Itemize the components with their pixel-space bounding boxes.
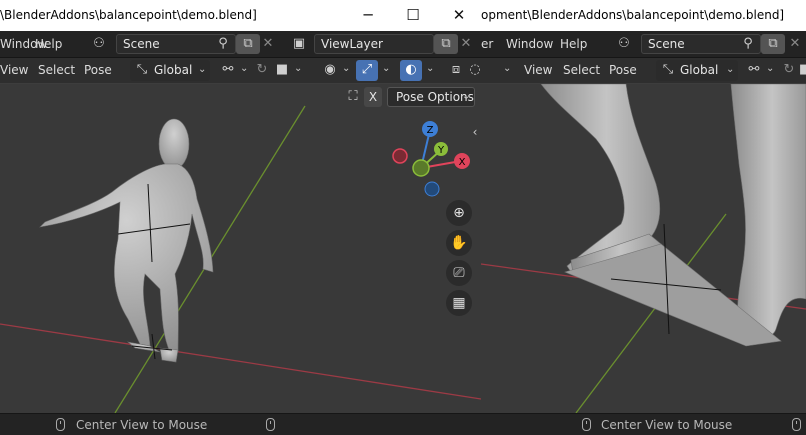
- orientation-label: Global: [680, 63, 719, 77]
- orientation-dropdown[interactable]: ⤡ Global ⌄: [130, 60, 210, 81]
- gizmo-x-label: X: [459, 157, 466, 168]
- chevron-down-icon[interactable]: ⌄: [294, 63, 302, 74]
- viewlayer-field[interactable]: ViewLayer: [314, 34, 434, 54]
- viewport-header: View Select Pose ⤡ Global ⌄ ⚯ ⌄ ↻ ■ ⌄ ◉ …: [0, 58, 481, 83]
- transform-pivot-icon[interactable]: ⛶: [344, 87, 362, 107]
- chevron-down-icon: ⌄: [462, 91, 471, 102]
- proportional-icon[interactable]: ↻: [252, 60, 272, 80]
- chevron-down-icon[interactable]: ⌄: [503, 63, 511, 74]
- top-bar: Window Help ⚇ Scene ⚲ ⧉ ✕ ▣ ViewLayer ⧉ …: [0, 31, 481, 58]
- status-text: Center View to Mouse: [601, 418, 733, 432]
- close-window-button[interactable]: ✕: [444, 5, 474, 25]
- menu-pose[interactable]: Pose: [84, 63, 112, 77]
- chevron-down-icon[interactable]: ⌄: [382, 63, 390, 74]
- mouse-icon: [582, 418, 591, 431]
- title-bar: \BlenderAddons\balancepoint\demo.blend] …: [0, 0, 481, 31]
- pin-icon[interactable]: ⚲: [740, 34, 756, 54]
- color-swatch[interactable]: ■: [274, 60, 290, 80]
- title-bar: opment\BlenderAddons\balancepoint\demo.b…: [481, 0, 806, 31]
- mannequin-figure: [39, 118, 214, 363]
- 3d-viewport[interactable]: Z Y X ‹ ⊕ ✋ ⎚ ▦: [0, 84, 481, 413]
- status-text: Center View to Mouse: [76, 418, 208, 432]
- mouse-icon: [792, 418, 801, 431]
- menu-window[interactable]: Window: [506, 37, 553, 51]
- copy-icon[interactable]: ⧉: [236, 34, 260, 54]
- pivot-icon[interactable]: ⚯: [744, 60, 764, 80]
- window-title: opment\BlenderAddons\balancepoint\demo.b…: [481, 8, 785, 22]
- status-bar: Center View to Mouse: [0, 413, 481, 435]
- menu-window-partial[interactable]: er: [481, 37, 493, 51]
- orientation-icon: ⤡: [136, 62, 148, 77]
- overlay-toggle-button[interactable]: ◐: [400, 60, 422, 81]
- menu-view[interactable]: View: [524, 63, 552, 77]
- chevron-down-icon[interactable]: ⌄: [766, 63, 774, 74]
- chevron-down-icon: ⌄: [726, 64, 735, 75]
- pan-icon[interactable]: ✋: [446, 230, 472, 256]
- pivot-icon[interactable]: ⚯: [218, 60, 238, 80]
- maximize-button[interactable]: ☐: [398, 5, 428, 25]
- menu-pose[interactable]: Pose: [609, 63, 637, 77]
- close-icon[interactable]: ✕: [458, 34, 474, 54]
- grid-icon[interactable]: ▦: [446, 290, 472, 316]
- viewlayer-label: ViewLayer: [321, 37, 383, 51]
- orientation-dropdown[interactable]: ⤡ Global ⌄: [656, 60, 738, 81]
- viewport-header: ⌄ View Select Pose ⤡ Global ⌄ ⚯ ⌄ ↻ ■: [481, 58, 806, 83]
- gizmo-y-label: Y: [437, 145, 445, 156]
- minimize-button[interactable]: ─: [353, 5, 383, 25]
- close-icon[interactable]: ✕: [260, 34, 276, 54]
- status-bar: Center View to Mouse: [481, 413, 806, 435]
- menu-select[interactable]: Select: [563, 63, 600, 77]
- orientation-icon: ⤡: [662, 62, 674, 77]
- top-bar: er Window Help ⚇ Scene ⚲ ⧉ ✕: [481, 31, 806, 58]
- orientation-label: Global: [154, 63, 193, 77]
- x-axis-line: [0, 323, 481, 400]
- close-icon[interactable]: ✕: [787, 34, 803, 54]
- scene-icon[interactable]: ⚇: [86, 34, 112, 54]
- 3d-viewport[interactable]: [481, 84, 806, 413]
- window-title: \BlenderAddons\balancepoint\demo.blend]: [0, 8, 257, 22]
- collapse-icon[interactable]: ‹: [470, 122, 480, 142]
- menu-view[interactable]: View: [0, 63, 28, 77]
- color-swatch[interactable]: ■: [799, 60, 806, 80]
- gizmo-toggle-button[interactable]: ⤢: [356, 60, 378, 81]
- menu-select[interactable]: Select: [38, 63, 75, 77]
- scene-field[interactable]: Scene ⚲: [641, 34, 761, 54]
- viewlayer-icon[interactable]: ▣: [286, 34, 312, 54]
- navigation-gizmo[interactable]: Z Y X: [392, 121, 470, 197]
- copy-icon[interactable]: ⧉: [761, 34, 785, 54]
- overlay-icon: ◐: [405, 62, 417, 77]
- gizmo-icon: ⤢: [361, 62, 373, 77]
- zoom-icon[interactable]: ⊕: [446, 200, 472, 226]
- scene-icon[interactable]: ⚇: [611, 34, 637, 54]
- mouse-icon: [266, 418, 275, 431]
- left-window: \BlenderAddons\balancepoint\demo.blend] …: [0, 0, 481, 435]
- scene-label: Scene: [648, 37, 685, 51]
- gizmo-z-label: Z: [427, 125, 434, 136]
- right-window: opment\BlenderAddons\balancepoint\demo.b…: [481, 0, 806, 435]
- pin-icon[interactable]: ⚲: [215, 34, 231, 54]
- camera-icon[interactable]: ⎚: [446, 260, 472, 286]
- pose-close-button[interactable]: X: [364, 87, 382, 107]
- viewport-scene: Z Y X: [0, 105, 481, 413]
- visibility-icon[interactable]: ◉: [320, 60, 340, 80]
- shading-icon[interactable]: ◌: [468, 60, 481, 80]
- scene-label: Scene: [123, 37, 160, 51]
- xray-icon[interactable]: ⧈: [446, 60, 466, 80]
- chevron-down-icon[interactable]: ⌄: [342, 63, 350, 74]
- chevron-down-icon[interactable]: ⌄: [426, 63, 434, 74]
- mouse-icon: [56, 418, 65, 431]
- menu-help[interactable]: Help: [35, 37, 62, 51]
- copy-icon[interactable]: ⧉: [434, 34, 458, 54]
- pose-options-dropdown[interactable]: Pose Options ⌄: [387, 87, 475, 107]
- chevron-down-icon: ⌄: [198, 64, 207, 75]
- viewport-scene: [481, 84, 806, 413]
- scene-field[interactable]: Scene ⚲: [116, 34, 236, 54]
- proportional-icon[interactable]: ↻: [779, 60, 799, 80]
- chevron-down-icon[interactable]: ⌄: [240, 63, 248, 74]
- menu-help[interactable]: Help: [560, 37, 587, 51]
